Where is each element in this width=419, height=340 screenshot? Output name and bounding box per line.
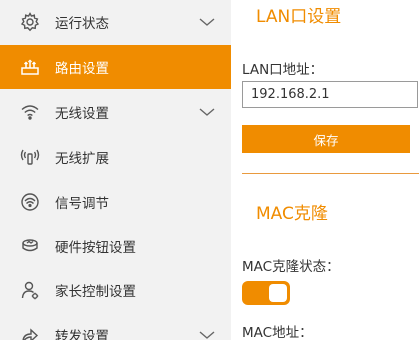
wireless-extend-icon bbox=[19, 146, 41, 168]
sidebar-item-label: 硬件按钮设置 bbox=[55, 240, 136, 256]
sidebar: 运行状态 路由设置 无线设置 无线扩展 信号调节 硬件按钮设置 家长控制设置 转… bbox=[0, 0, 231, 340]
mac-address-label: MAC地址： bbox=[242, 325, 313, 340]
sidebar-item-label: 运行状态 bbox=[55, 16, 109, 32]
parental-control-icon bbox=[19, 279, 41, 301]
sidebar-item-wireless-extend[interactable]: 无线扩展 bbox=[0, 135, 231, 179]
router-icon bbox=[19, 56, 41, 78]
sidebar-item-label: 路由设置 bbox=[55, 61, 109, 77]
chevron-down-icon bbox=[199, 331, 215, 339]
chevron-down-icon bbox=[199, 18, 215, 26]
section-divider bbox=[242, 173, 419, 174]
wifi-icon bbox=[19, 101, 41, 123]
sidebar-item-running-status[interactable]: 运行状态 bbox=[0, 0, 231, 44]
save-button[interactable]: 保存 bbox=[242, 125, 410, 153]
sidebar-item-routing[interactable]: 路由设置 bbox=[0, 45, 231, 89]
sidebar-item-label: 家长控制设置 bbox=[55, 284, 136, 300]
sidebar-item-hardware-button[interactable]: 硬件按钮设置 bbox=[0, 224, 231, 268]
sidebar-item-signal-adjust[interactable]: 信号调节 bbox=[0, 180, 231, 224]
lan-section-title: LAN口设置 bbox=[256, 7, 342, 27]
signal-adjust-icon bbox=[19, 191, 41, 213]
chevron-down-icon bbox=[199, 108, 215, 116]
gear-icon bbox=[19, 11, 41, 33]
mac-clone-status-label: MAC克隆状态： bbox=[242, 259, 340, 275]
sidebar-item-parental-control[interactable]: 家长控制设置 bbox=[0, 268, 231, 312]
main-content: LAN口设置 LAN口地址： 保存 MAC克隆 MAC克隆状态： MAC地址： bbox=[231, 0, 419, 340]
sidebar-item-forwarding[interactable]: 转发设置 bbox=[0, 313, 231, 340]
sidebar-item-label: 信号调节 bbox=[55, 196, 109, 212]
lan-address-input[interactable] bbox=[242, 81, 418, 108]
sidebar-item-label: 无线扩展 bbox=[55, 151, 109, 167]
forward-icon bbox=[19, 324, 41, 340]
toggle-knob bbox=[269, 284, 287, 302]
lan-address-label: LAN口地址： bbox=[242, 62, 324, 78]
hardware-button-icon bbox=[19, 235, 41, 257]
sidebar-item-label: 无线设置 bbox=[55, 106, 109, 122]
mac-clone-toggle[interactable] bbox=[242, 281, 290, 305]
mac-section-title: MAC克隆 bbox=[256, 204, 328, 224]
sidebar-item-label: 转发设置 bbox=[55, 329, 109, 340]
sidebar-item-wireless[interactable]: 无线设置 bbox=[0, 90, 231, 134]
